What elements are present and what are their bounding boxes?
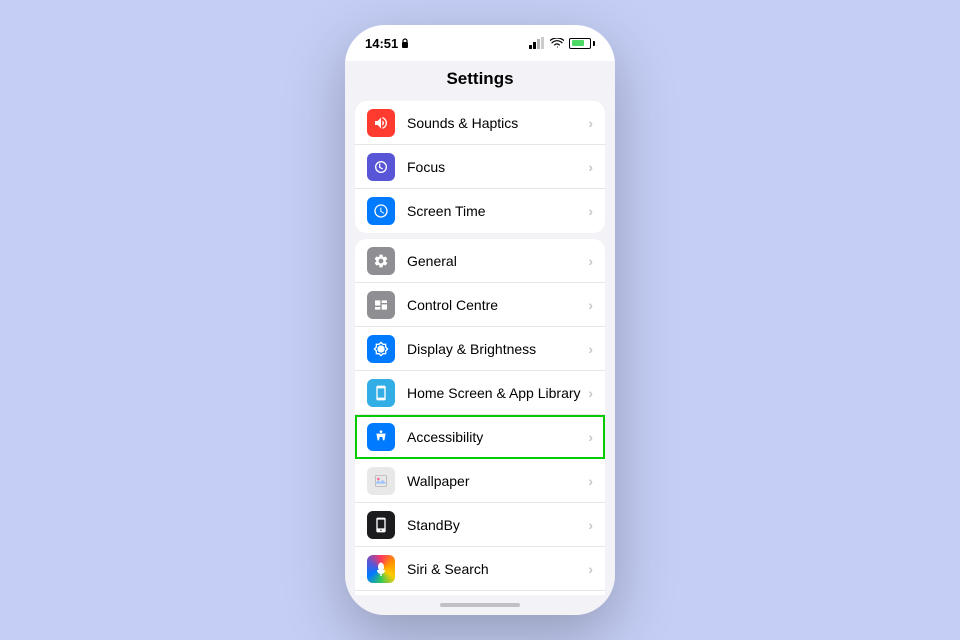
settings-row-siri[interactable]: Siri & Search › (355, 547, 605, 591)
sounds-label: Sounds & Haptics (407, 115, 588, 131)
general-label: General (407, 253, 588, 269)
siri-label: Siri & Search (407, 561, 588, 577)
controlcentre-svg (373, 297, 389, 313)
display-svg (373, 341, 389, 357)
accessibility-icon (367, 423, 395, 451)
wallpaper-chevron: › (588, 473, 593, 489)
time-display: 14:51 (365, 36, 398, 51)
status-bar: 14:51 (345, 25, 615, 61)
settings-header: Settings (345, 61, 615, 95)
homescreen-chevron: › (588, 385, 593, 401)
phone-frame: 14:51 (345, 25, 615, 615)
controlcentre-chevron: › (588, 297, 593, 313)
screentime-label: Screen Time (407, 203, 588, 219)
settings-row-display[interactable]: Display & Brightness › (355, 327, 605, 371)
controlcentre-label: Control Centre (407, 297, 588, 313)
general-chevron: › (588, 253, 593, 269)
focus-svg (373, 159, 389, 175)
wallpaper-label: Wallpaper (407, 473, 588, 489)
display-icon (367, 335, 395, 363)
home-indicator (440, 603, 520, 607)
accessibility-svg (373, 429, 389, 445)
settings-row-screentime[interactable]: Screen Time › (355, 189, 605, 233)
siri-chevron: › (588, 561, 593, 577)
page-title: Settings (446, 69, 513, 88)
screentime-svg (373, 203, 389, 219)
bottom-pill-area (345, 595, 615, 615)
standby-label: StandBy (407, 517, 588, 533)
battery-status-icon (569, 38, 595, 49)
focus-icon (367, 153, 395, 181)
display-label: Display & Brightness (407, 341, 588, 357)
focus-label: Focus (407, 159, 588, 175)
screentime-chevron: › (588, 203, 593, 219)
settings-row-focus[interactable]: Focus › (355, 145, 605, 189)
settings-row-sounds[interactable]: Sounds & Haptics › (355, 101, 605, 145)
settings-section-1: Sounds & Haptics › Focus › Scree (355, 101, 605, 233)
general-svg (373, 253, 389, 269)
status-time: 14:51 (365, 36, 409, 51)
sounds-svg (373, 115, 389, 131)
signal-icon (529, 37, 545, 49)
lock-icon (401, 38, 409, 48)
accessibility-chevron: › (588, 429, 593, 445)
homescreen-icon (367, 379, 395, 407)
standby-svg (373, 517, 389, 533)
wallpaper-svg (373, 473, 389, 489)
siri-svg (376, 562, 386, 576)
wifi-icon (550, 38, 564, 49)
accessibility-label: Accessibility (407, 429, 588, 445)
settings-section-2: General › Control Centre › (355, 239, 605, 595)
focus-chevron: › (588, 159, 593, 175)
controlcentre-icon (367, 291, 395, 319)
settings-row-wallpaper[interactable]: Wallpaper › (355, 459, 605, 503)
screentime-icon (367, 197, 395, 225)
settings-row-standby[interactable]: StandBy › (355, 503, 605, 547)
sounds-chevron: › (588, 115, 593, 131)
sounds-icon (367, 109, 395, 137)
standby-chevron: › (588, 517, 593, 533)
settings-row-accessibility[interactable]: Accessibility › (355, 415, 605, 459)
standby-icon (367, 511, 395, 539)
settings-row-faceid[interactable]: Face ID & Passcode › (355, 591, 605, 595)
homescreen-svg (373, 385, 389, 401)
general-icon (367, 247, 395, 275)
siri-icon (367, 555, 395, 583)
settings-row-general[interactable]: General › (355, 239, 605, 283)
settings-row-homescreen[interactable]: Home Screen & App Library › (355, 371, 605, 415)
settings-content[interactable]: Sounds & Haptics › Focus › Scree (345, 95, 615, 595)
status-icons (529, 37, 595, 49)
settings-row-controlcentre[interactable]: Control Centre › (355, 283, 605, 327)
wallpaper-icon (367, 467, 395, 495)
homescreen-label: Home Screen & App Library (407, 385, 588, 401)
display-chevron: › (588, 341, 593, 357)
